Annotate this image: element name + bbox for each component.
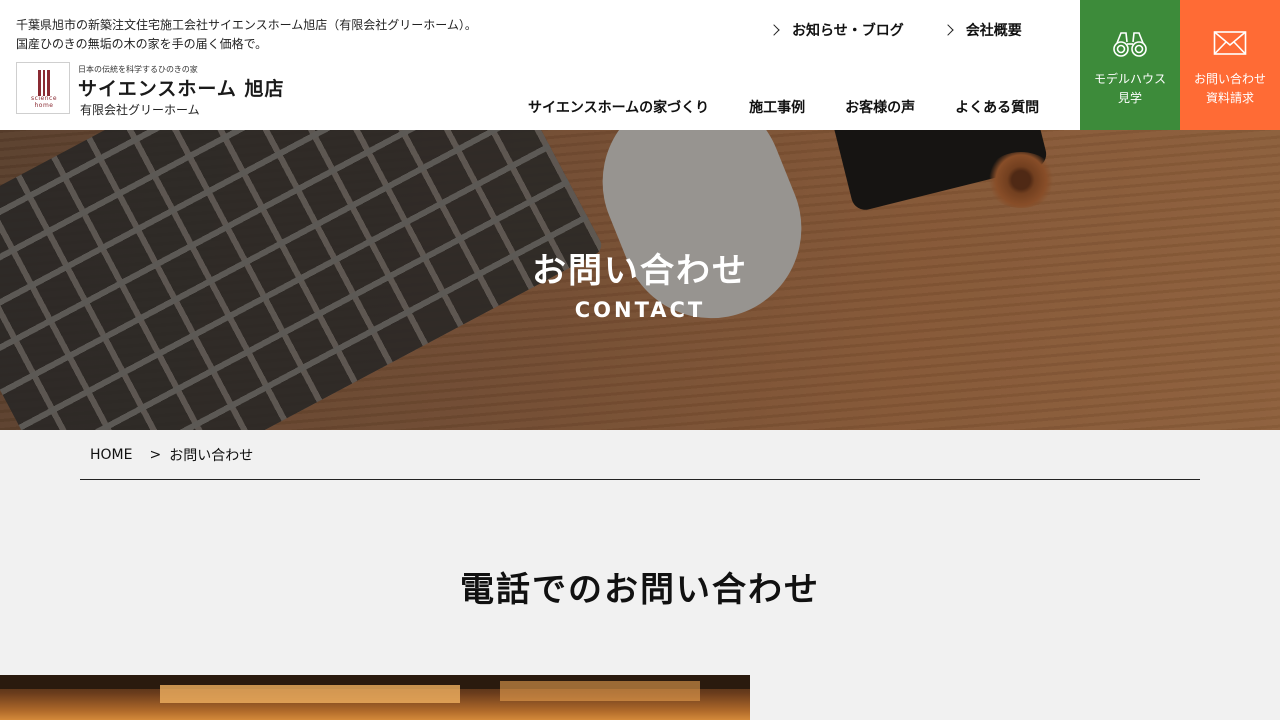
nav-item-works[interactable]: 施工事例 [749, 97, 805, 117]
tagline-line-2: 国産ひのきの無垢の木の家を手の届く価格で。 [16, 37, 268, 51]
page-title: お問い合わせ [532, 251, 748, 291]
hero-banner: お問い合わせ CONTACT [0, 130, 1280, 430]
logo-brand-name: サイエンスホーム 旭店 [78, 78, 285, 100]
logo-mark: science home [16, 62, 70, 114]
chevron-right-icon [768, 24, 780, 36]
page-subtitle: CONTACT [574, 298, 706, 322]
mail-icon [1213, 30, 1247, 62]
site-tagline: 千葉県旭市の新築注文住宅施工会社サイエンスホーム旭店（有限会社グリーホーム）。 … [16, 16, 576, 54]
contact-request-button[interactable]: お問い合わせ 資料請求 [1180, 0, 1280, 130]
breadcrumb: HOME > お問い合わせ [80, 430, 1200, 480]
breadcrumb-current: お問い合わせ [169, 447, 254, 464]
model-house-button[interactable]: モデルハウス 見学 [1080, 0, 1180, 130]
breadcrumb-separator: > [149, 446, 162, 463]
breadcrumb-home-link[interactable]: HOME [90, 447, 132, 463]
nav-item-voices[interactable]: お客様の声 [845, 97, 915, 117]
top-link-company[interactable]: 会社概要 [942, 20, 1022, 40]
model-house-label: モデルハウス 見学 [1093, 72, 1166, 105]
contact-request-label: お問い合わせ 資料請求 [1193, 72, 1266, 105]
top-links: お知らせ・ブログ 会社概要 [768, 20, 1022, 40]
logo-company-name: 有限会社グリーホーム [80, 103, 200, 117]
interior-image [0, 675, 750, 720]
phone-contact-heading: 電話でのお問い合わせ [460, 570, 820, 610]
tagline-line-1: 千葉県旭市の新築注文住宅施工会社サイエンスホーム旭店（有限会社グリーホーム）。 [16, 18, 477, 32]
main-nav: サイエンスホームの家づくり 施工事例 お客様の声 よくある質問 [528, 97, 1039, 117]
nav-item-house-building[interactable]: サイエンスホームの家づくり [528, 97, 709, 117]
binoculars-icon [1112, 30, 1148, 66]
chevron-right-icon [942, 24, 954, 36]
top-link-label: お知らせ・ブログ [792, 23, 904, 39]
top-link-news-blog[interactable]: お知らせ・ブログ [768, 20, 904, 40]
logo-mark-text: science home [30, 95, 58, 109]
top-link-label: 会社概要 [965, 23, 1022, 39]
nav-item-faq[interactable]: よくある質問 [955, 97, 1039, 117]
site-header: 千葉県旭市の新築注文住宅施工会社サイエンスホーム旭店（有限会社グリーホーム）。 … [0, 0, 1280, 130]
site-logo[interactable]: science home 日本の伝統を科学するひのきの家 サイエンスホーム 旭店… [16, 62, 316, 117]
